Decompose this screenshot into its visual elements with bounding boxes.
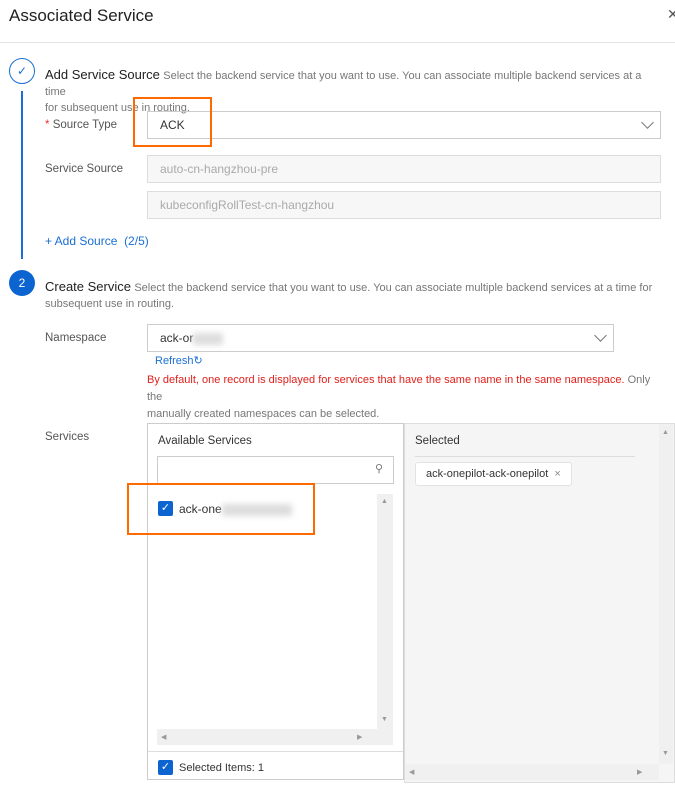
services-search-input[interactable]: ⚲ <box>157 456 394 484</box>
step2-title: Create Service <box>45 279 131 294</box>
selected-divider <box>415 456 635 457</box>
dialog-title: Associated Service <box>9 6 154 25</box>
required-mark: * <box>45 119 50 131</box>
warning-text: By default, one record is displayed for … <box>147 374 625 386</box>
service-source-label: Service Source <box>45 163 123 175</box>
highlight-box <box>127 483 315 535</box>
close-icon[interactable]: ✕ <box>667 6 675 23</box>
refresh-icon: ↻ <box>193 355 203 367</box>
vertical-scrollbar[interactable]: ▲ ▼ <box>377 494 393 744</box>
vertical-scrollbar[interactable]: ▲ ▼ <box>659 424 673 764</box>
header-divider <box>0 42 675 43</box>
service-source-field: kubeconfigRollTest-cn-hangzhou <box>147 191 661 219</box>
namespace-label: Namespace <box>45 332 107 344</box>
footer-divider <box>148 751 403 752</box>
namespace-hint: By default, one record is displayed for … <box>147 372 667 423</box>
source-type-label: * Source Type <box>45 119 117 131</box>
service-source-field: auto-cn-hangzhou-pre <box>147 155 661 183</box>
step2-header: Create Service Select the backend servic… <box>45 279 665 312</box>
step2-description: Select the backend service that you want… <box>134 282 653 294</box>
chevron-down-icon <box>594 329 607 342</box>
horizontal-scrollbar[interactable]: ◀ ▶ <box>405 764 659 780</box>
select-all-checkbox[interactable]: ✓ <box>158 760 173 775</box>
selected-services-panel: Selected ack-onepilot-ack-onepilot × ▲ ▼ … <box>404 423 675 783</box>
horizontal-scrollbar[interactable]: ◀ ▶ <box>157 729 393 745</box>
namespace-value: ack-or <box>160 331 194 345</box>
selected-title: Selected <box>415 435 460 447</box>
hint-text-cont: manually created namespaces can be selec… <box>147 408 380 420</box>
selected-tag: ack-onepilot-ack-onepilot × <box>415 462 572 486</box>
services-label: Services <box>45 431 90 443</box>
redacted <box>193 332 224 345</box>
step-connector <box>21 91 23 259</box>
selected-tag-label: ack-onepilot-ack-onepilot <box>426 468 549 480</box>
available-services-panel: Available Services ⚲ ✓ ack-one ▲ ▼ ◀ ▶ ✓ Sel… <box>147 423 404 780</box>
namespace-select[interactable]: ack-or <box>147 324 614 352</box>
source-type-select[interactable]: ACK <box>147 111 661 139</box>
add-source-count: (2/5) <box>124 234 149 248</box>
chevron-down-icon <box>641 116 654 129</box>
add-source-button[interactable]: + Add Source (2/5) <box>45 234 149 248</box>
step1-title: Add Service Source <box>45 67 160 82</box>
remove-tag-icon[interactable]: × <box>554 468 560 480</box>
refresh-button[interactable]: Refresh↻ <box>155 354 203 367</box>
refresh-label: Refresh <box>155 355 194 367</box>
step-number: 2 <box>9 270 35 296</box>
search-icon: ⚲ <box>374 463 383 475</box>
step-complete-icon: ✓ <box>9 58 35 84</box>
selected-count: Selected Items: 1 <box>179 762 264 774</box>
step2-description-cont: subsequent use in routing. <box>45 298 175 310</box>
source-type-label-text: Source Type <box>52 119 118 131</box>
highlight-box <box>133 97 212 147</box>
add-source-label: + Add Source <box>45 234 118 248</box>
available-services-title: Available Services <box>158 435 252 447</box>
